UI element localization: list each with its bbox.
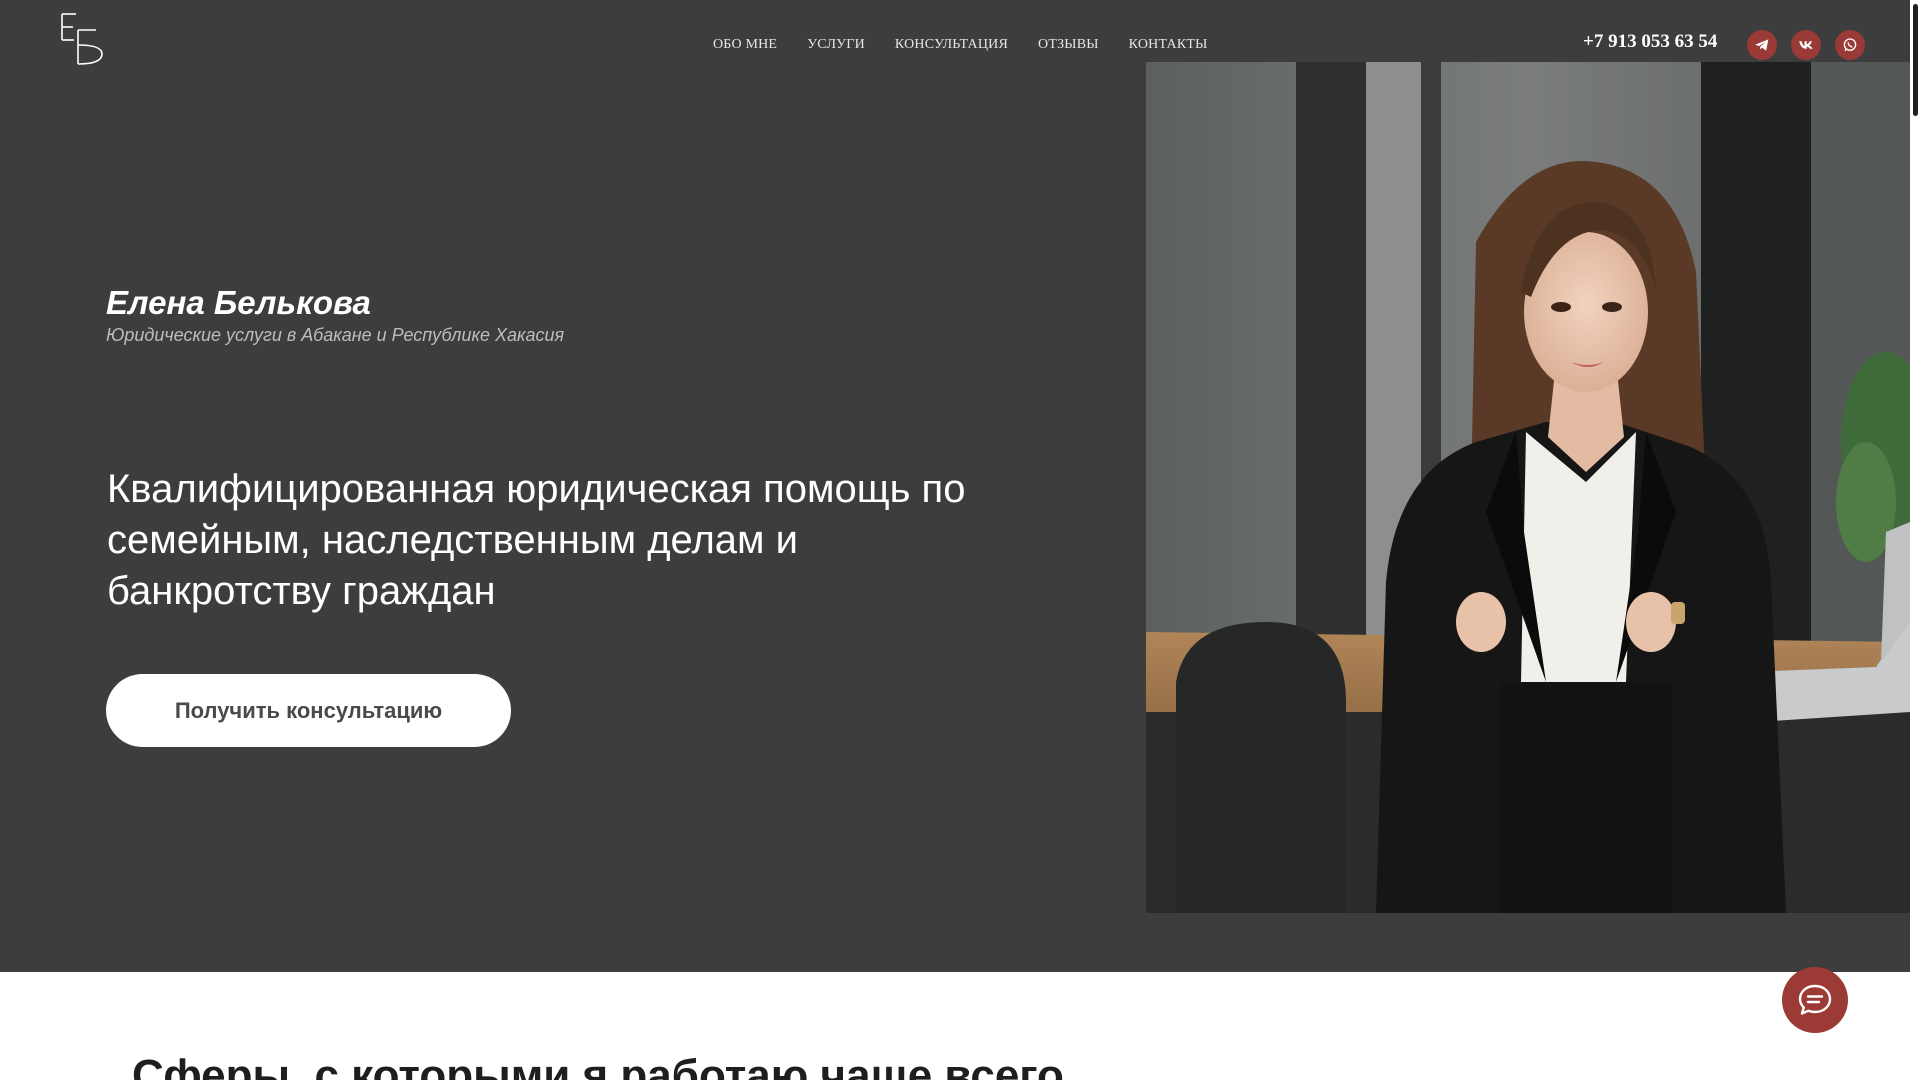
scrollbar-thumb[interactable] <box>1913 4 1918 116</box>
chat-bubble-icon <box>1798 984 1832 1015</box>
hero-name: Елена Белькова <box>106 284 371 321</box>
telegram-icon <box>1755 39 1769 51</box>
site-logo[interactable] <box>56 10 108 68</box>
services-section-title: Сферы, с которыми я работаю чаще всего <box>132 1051 1064 1080</box>
nav-item-services[interactable]: УСЛУГИ <box>807 37 865 53</box>
chat-button[interactable] <box>1782 967 1848 1033</box>
main-nav: ОБО МНЕ УСЛУГИ КОНСУЛЬТАЦИЯ ОТЗЫВЫ КОНТА… <box>713 35 1238 55</box>
hero-tagline: Юридические услуги в Абакане и Республик… <box>106 325 565 345</box>
get-consultation-button[interactable]: Получить консультацию <box>106 674 511 747</box>
portrait-photo <box>1146 62 1910 913</box>
vk-link[interactable] <box>1791 30 1821 60</box>
nav-item-consultation[interactable]: КОНСУЛЬТАЦИЯ <box>895 37 1008 53</box>
page-scrollbar[interactable] <box>1910 0 1920 1080</box>
whatsapp-link[interactable] <box>1835 30 1865 60</box>
logo-monogram-icon <box>61 13 103 65</box>
nav-item-contacts[interactable]: КОНТАКТЫ <box>1129 37 1208 53</box>
portrait-image <box>1146 62 1910 913</box>
phone-link[interactable]: +7 913 053 63 54 <box>1583 31 1717 53</box>
hero-headline: Квалифицированная юридическая помощь по … <box>107 467 966 613</box>
page: ОБО МНЕ УСЛУГИ КОНСУЛЬТАЦИЯ ОТЗЫВЫ КОНТА… <box>0 0 1920 1080</box>
nav-item-reviews[interactable]: ОТЗЫВЫ <box>1038 37 1099 53</box>
whatsapp-icon <box>1843 38 1857 52</box>
vk-icon <box>1799 41 1813 49</box>
nav-item-about[interactable]: ОБО МНЕ <box>713 37 777 53</box>
telegram-link[interactable] <box>1747 30 1777 60</box>
hero-section: ОБО МНЕ УСЛУГИ КОНСУЛЬТАЦИЯ ОТЗЫВЫ КОНТА… <box>0 0 1910 972</box>
